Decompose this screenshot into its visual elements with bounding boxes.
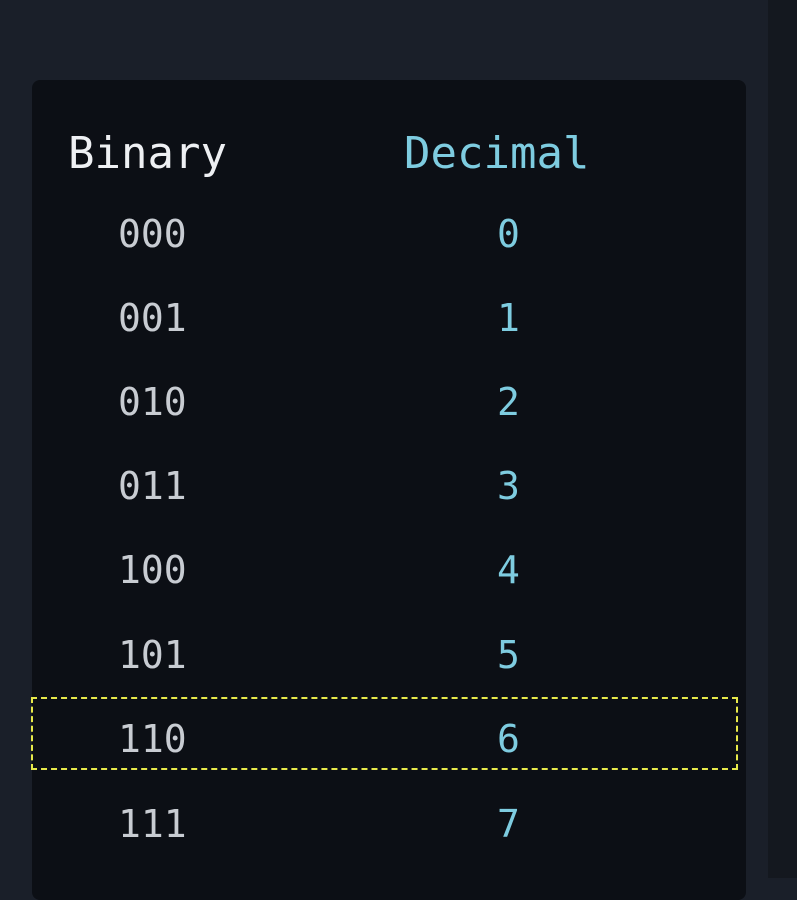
- row-highlight-box: [31, 697, 738, 770]
- decimal-value: 5: [497, 633, 520, 677]
- decimal-value: 2: [497, 380, 520, 424]
- binary-value: 111: [118, 802, 187, 846]
- table-row: 011 3: [32, 448, 742, 524]
- binary-value: 001: [118, 296, 187, 340]
- binary-value: 101: [118, 633, 187, 677]
- table-row: 100 4: [32, 532, 742, 608]
- decimal-value: 0: [497, 212, 520, 256]
- decimal-column-header: Decimal: [404, 128, 590, 179]
- side-panel-edge: [768, 0, 797, 878]
- decimal-value: 4: [497, 548, 520, 592]
- decimal-value: 3: [497, 464, 520, 508]
- binary-column-header: Binary: [68, 128, 227, 179]
- decimal-value: 7: [497, 802, 520, 846]
- table-row: 010 2: [32, 364, 742, 440]
- decimal-value: 1: [497, 296, 520, 340]
- binary-value: 011: [118, 464, 187, 508]
- table-row: 001 1: [32, 280, 742, 356]
- binary-value: 010: [118, 380, 187, 424]
- table-row: 111 7: [32, 786, 742, 862]
- binary-value: 000: [118, 212, 187, 256]
- table-row: 000 0: [32, 196, 742, 272]
- binary-value: 100: [118, 548, 187, 592]
- table-row: 101 5: [32, 617, 742, 693]
